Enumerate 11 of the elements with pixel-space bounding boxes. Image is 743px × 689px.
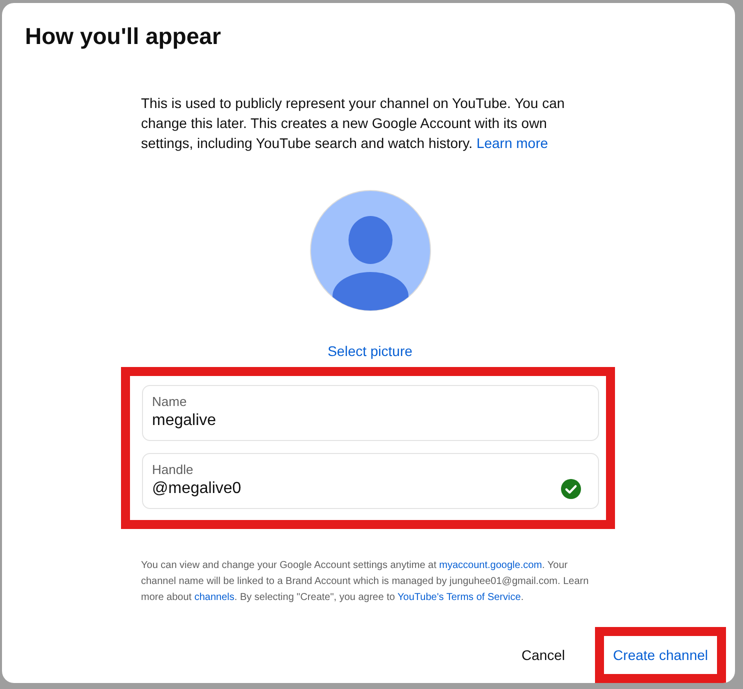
text-field[interactable]: Name megalive <box>142 385 599 441</box>
text-link[interactable]: myaccount.google.com <box>439 560 542 571</box>
text-link[interactable]: YouTube's Terms of Service <box>398 592 521 603</box>
description-text: This is used to publicly represent your channel on YouTube. You can change this later. This creates a new Google Account with its own settings, including YouTube search and watch history. Learn more <box>141 94 566 153</box>
legal-text: You can view and change your Google Account settings anytime at myaccount.google.com. Your channel name will be linked to a Brand Account which is managed by junguhee01@gmail.com. Learn more about channels. By selecting "Create", you agree to YouTube's Terms of Service. <box>141 559 590 605</box>
dialog-title: How you'll appear <box>25 22 221 51</box>
select-picture-link[interactable]: Select picture <box>328 341 412 361</box>
text-link[interactable]: channels <box>194 592 234 603</box>
avatar-icon <box>310 190 430 311</box>
text-link[interactable]: Learn more <box>476 135 548 151</box>
text-field[interactable]: Handle @megalive0 <box>142 453 599 509</box>
